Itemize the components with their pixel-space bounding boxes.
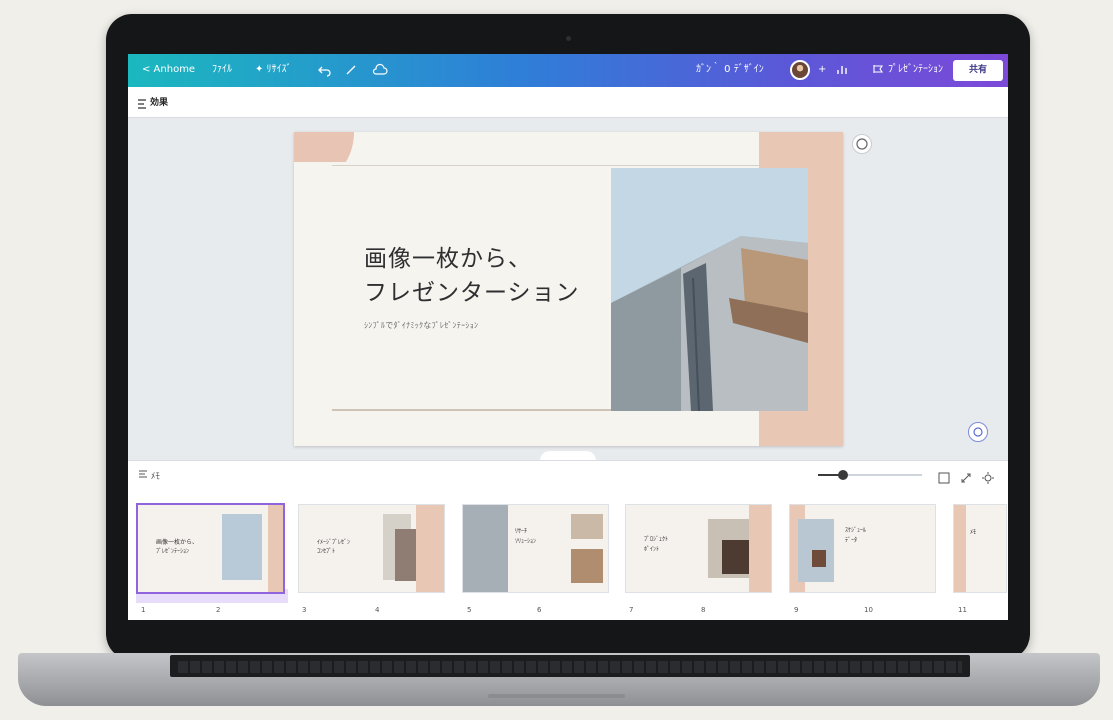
slide-title-line1: 画像一枚から、 — [364, 246, 532, 272]
thumbnail-subtitle: ﾃﾞｰﾀ — [845, 537, 858, 544]
thumbnail-3[interactable]: ﾘｻｰﾁ ｿﾘｭｰｼｮﾝ — [463, 505, 608, 592]
status-text: ｶﾞﾝ｀ 0 ﾃﾞｻﾞｲﾝ — [696, 64, 764, 75]
present-icon[interactable] — [872, 63, 884, 77]
effects-icon[interactable] — [136, 95, 148, 114]
trackpad-edge — [488, 694, 625, 698]
zoom-knob[interactable] — [837, 470, 848, 480]
slide-divider-top — [332, 165, 762, 166]
analytics-icon[interactable] — [836, 63, 848, 77]
top-bar: < Anhome ﾌｧｲﾙ ✦ ﾘｻｲｽﾞ ｶﾞﾝ｀ 0 ﾃﾞｻﾞｲﾝ + ﾌﾟ… — [128, 54, 1008, 87]
thumbnail-4[interactable]: ﾌﾟﾛｼﾞｪｸﾄ ﾎﾟｲﾝﾄ — [626, 505, 771, 592]
thumbnail-title: ｽｹｼﾞｭｰﾙ — [845, 527, 867, 534]
thumbnail-number: 9 — [794, 606, 799, 614]
thumbnail-subtitle: ﾎﾟｲﾝﾄ — [644, 546, 660, 553]
thumbnail-title: ｲﾒｰｼﾞﾌﾟﾚｾﾞﾝ — [317, 539, 351, 546]
thumbnail-number: 5 — [467, 606, 472, 614]
thumbnail-number: 2 — [216, 606, 221, 614]
thumbnail-6[interactable]: ﾒﾓ — [954, 505, 1006, 592]
avatar[interactable] — [790, 60, 810, 80]
thumbnail-subtitle: ｿﾘｭｰｼｮﾝ — [515, 538, 537, 545]
thumbnail-1[interactable]: 画像一枚から、 ﾌﾟﾚｾﾞﾝﾃｰｼｮﾝ — [138, 505, 283, 592]
slide-title-line2: フレゼンターション — [364, 280, 580, 306]
thumbnail-number: 1 — [141, 606, 146, 614]
keyboard-strip — [178, 661, 962, 673]
webcam — [566, 36, 571, 41]
thumbnail-title: ﾌﾟﾛｼﾞｪｸﾄ — [644, 536, 669, 543]
building-photo[interactable] — [611, 168, 808, 411]
share-button[interactable]: 共有 — [953, 60, 1003, 81]
refresh-button[interactable] — [852, 134, 872, 154]
thumbnail-number: 7 — [629, 606, 634, 614]
thumbnail-title: ﾘｻｰﾁ — [515, 528, 528, 535]
notes-text: ﾒﾓ — [150, 472, 160, 482]
redo-icon[interactable] — [344, 63, 358, 78]
thumbnail-number: 6 — [537, 606, 542, 614]
thumbnail-subtitle: ﾌﾟﾚｾﾞﾝﾃｰｼｮﾝ — [156, 548, 190, 555]
slide-title[interactable]: 画像一枚から、 フレゼンターション — [364, 242, 580, 310]
file-menu[interactable]: ﾌｧｲﾙ — [212, 63, 232, 77]
thumbnail-title: 画像一枚から、 — [156, 539, 199, 546]
settings-icon[interactable] — [982, 469, 994, 488]
bottom-panel: ﾒﾓ 画像一枚から、 ﾌﾟﾚｾﾞﾝﾃｰｼｮﾝ 1 2 ｲﾒｰｼﾞﾌﾟﾚｾﾞﾝ ｺ… — [128, 460, 1008, 620]
help-button[interactable] — [968, 422, 988, 442]
grid-icon[interactable] — [938, 469, 950, 488]
slide-subtitle[interactable]: ｼﾝﾌﾟﾙでﾀﾞｲﾅﾐｯｸなﾌﾟﾚｾﾞﾝﾃｰｼｮﾝ — [364, 320, 478, 331]
thumbnail-subtitle: ｺﾝｾﾌﾟﾄ — [317, 548, 336, 555]
thumbnail-number: 11 — [958, 606, 967, 614]
undo-icon[interactable] — [318, 63, 332, 78]
home-button[interactable]: < Anhome — [142, 63, 195, 77]
effects-label[interactable]: 効果 — [150, 95, 168, 108]
thumbnail-number: 4 — [375, 606, 380, 614]
thumbnail-number: 3 — [302, 606, 307, 614]
thumbnail-strip: 画像一枚から、 ﾌﾟﾚｾﾞﾝﾃｰｼｮﾝ 1 2 ｲﾒｰｼﾞﾌﾟﾚｾﾞﾝ ｺﾝｾﾌ… — [136, 495, 1006, 614]
thumbnail-5[interactable]: ｽｹｼﾞｭｰﾙ ﾃﾞｰﾀ — [790, 505, 935, 592]
secondary-toolbar: 効果 — [128, 87, 1008, 118]
fullscreen-icon[interactable] — [960, 469, 972, 488]
cloud-icon[interactable] — [372, 63, 388, 78]
resize-button[interactable]: ✦ ﾘｻｲｽﾞ — [255, 63, 292, 77]
screen: < Anhome ﾌｧｲﾙ ✦ ﾘｻｲｽﾞ ｶﾞﾝ｀ 0 ﾃﾞｻﾞｲﾝ + ﾌﾟ… — [128, 54, 1008, 620]
thumbnail-number: 8 — [701, 606, 706, 614]
thumbnail-2[interactable]: ｲﾒｰｼﾞﾌﾟﾚｾﾞﾝ ｺﾝｾﾌﾟﾄ — [299, 505, 444, 592]
thumbnail-number: 10 — [864, 606, 873, 614]
thumbnail-title: ﾒﾓ — [970, 529, 977, 536]
notes-label[interactable]: ﾒﾓ — [138, 469, 160, 482]
add-icon[interactable]: + — [818, 63, 826, 77]
laptop-frame: < Anhome ﾌｧｲﾙ ✦ ﾘｻｲｽﾞ ｶﾞﾝ｀ 0 ﾃﾞｻﾞｲﾝ + ﾌﾟ… — [106, 14, 1030, 660]
slide-canvas[interactable]: 画像一枚から、 フレゼンターション ｼﾝﾌﾟﾙでﾀﾞｲﾅﾐｯｸなﾌﾟﾚｾﾞﾝﾃｰ… — [294, 132, 843, 446]
notes-icon — [138, 470, 151, 482]
present-button[interactable]: ﾌﾟﾚｾﾞﾝﾃｰｼｮﾝ — [888, 63, 943, 77]
